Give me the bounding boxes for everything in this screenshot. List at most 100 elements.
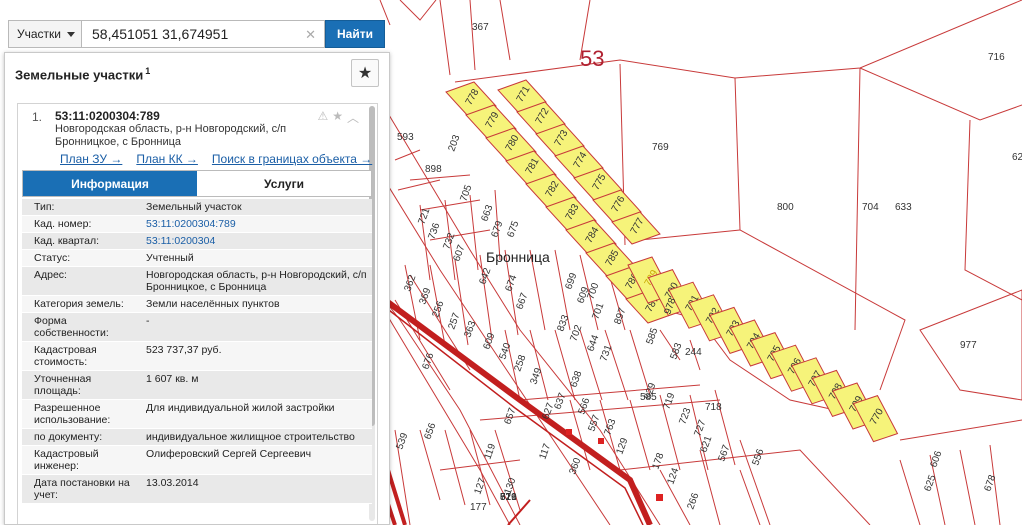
attribute-value[interactable]: 53:11:0200304:789 xyxy=(142,216,372,232)
parcel-label: 644 xyxy=(585,333,601,353)
parcel-label: 178 xyxy=(650,451,666,471)
parcel-label: 716 xyxy=(988,52,1005,63)
tab-services[interactable]: Услуги xyxy=(197,171,371,196)
attribute-key: Кадастровая стоимость: xyxy=(34,344,97,368)
attribute-key: Разрешенное использование: xyxy=(34,402,111,426)
parcel-label: 701 xyxy=(590,301,606,321)
attribute-row: Кадастровая стоимость: 523 737,37 руб. xyxy=(22,342,372,371)
attribute-row: Кад. номер: 53:11:0200304:789 xyxy=(22,216,372,233)
result-actions: ⚠ ★ ︿ xyxy=(317,109,359,126)
parcel-label: 700 xyxy=(585,281,601,301)
parcel-label: 117 xyxy=(537,442,553,461)
parcel-label: 244 xyxy=(685,347,702,358)
attribute-value: - xyxy=(146,315,150,327)
parcel-label: 705 xyxy=(458,183,474,203)
result-links: План ЗУ → План КК → Поиск в границах объ… xyxy=(60,152,372,166)
plan-kk-link[interactable]: План КК → xyxy=(136,152,198,166)
parcel-label: 367 xyxy=(472,22,489,33)
parcel-label: 266 xyxy=(685,491,701,511)
warning-icon[interactable]: ⚠ xyxy=(317,109,328,126)
attribute-row: Адрес: Новгородская область, р-н Новгород… xyxy=(22,267,372,296)
building-marker xyxy=(656,494,663,501)
panel-title: Земельные участки 1 xyxy=(15,65,151,83)
quarter-label: 53 xyxy=(580,46,604,71)
parcel-label: 763 xyxy=(602,417,618,437)
attribute-row: Статус: Учтенный xyxy=(22,250,372,267)
attribute-key: Кадастровый инженер: xyxy=(34,448,99,472)
parcel-label: 609 xyxy=(481,331,497,351)
search-type-select[interactable]: Участки xyxy=(8,20,82,48)
parcel-label: 349 xyxy=(528,366,544,386)
parcel-label: 678 xyxy=(982,473,998,493)
parcel-label: 721 xyxy=(416,206,432,226)
parcel-label: 731 xyxy=(598,343,614,363)
plan-zu-link[interactable]: План ЗУ → xyxy=(60,152,122,166)
attribute-key: по документу: xyxy=(34,431,103,443)
parcel-label: 124 xyxy=(665,466,681,486)
attribute-value: Земельный участок xyxy=(146,201,242,213)
attributes-table: Тип: Земельный участок Кад. номер: 53:11:02… xyxy=(22,199,372,504)
parcel-label: 704 xyxy=(862,202,879,213)
attribute-row: Кад. квартал: 53:11:0200304 xyxy=(22,233,372,250)
building-marker xyxy=(598,438,604,444)
parcel-label: 583 xyxy=(668,341,684,361)
attribute-value: Для индивидуальной жилой застройки xyxy=(146,402,335,414)
parcel-label: 723 xyxy=(677,406,693,426)
attribute-value: Олиферовский Сергей Сергеевич xyxy=(146,448,312,460)
parcel-label: 702 xyxy=(568,323,584,343)
search-in-bounds-link[interactable]: Поиск в границах объекта → xyxy=(212,152,372,166)
favorites-button[interactable]: ★ xyxy=(351,59,379,87)
parcel-label: 977 xyxy=(960,340,977,351)
parcel-label: 566 xyxy=(576,396,592,416)
parcel-label: 833 xyxy=(555,313,571,333)
search-input[interactable]: 58,451051 31,674951 ✕ xyxy=(82,20,325,48)
attribute-value: Учтенный xyxy=(146,252,194,264)
parcel-label: 727 xyxy=(692,418,708,438)
result-cadastral-number[interactable]: 53:11:0200304:789 xyxy=(55,109,160,123)
parcel-label: 679 xyxy=(489,219,505,239)
parcel-label: 57 xyxy=(500,492,512,503)
panel-header: Земельные участки 1 ★ xyxy=(5,53,389,95)
chevron-up-icon[interactable]: ︿ xyxy=(347,109,359,126)
attribute-row: Кадастровый инженер: Олиферовский Сергей … xyxy=(22,446,372,475)
building-marker xyxy=(566,429,572,435)
parcel-label: 663 xyxy=(479,203,495,223)
parcel-label: 585 xyxy=(640,392,657,403)
parcel-label: 360 xyxy=(567,456,583,476)
parcel-label: 897 xyxy=(612,306,628,326)
parcel-label: 556 xyxy=(750,447,766,467)
attribute-row: по документу: индивидуальное жилищное стр… xyxy=(22,429,372,446)
attribute-value: 523 737,37 руб. xyxy=(146,344,222,356)
result-count: 1 xyxy=(145,65,151,76)
attribute-key: Статус: xyxy=(34,252,71,264)
parcel-label: 800 xyxy=(777,202,794,213)
parcel-label: 675 xyxy=(505,219,521,239)
attribute-key: Дата постановки на учет: xyxy=(34,477,130,501)
attribute-row: Форма собственности: - xyxy=(22,313,372,342)
search-type-label: Участки xyxy=(17,27,61,41)
find-button[interactable]: Найти xyxy=(325,20,385,48)
close-icon[interactable]: ✕ xyxy=(305,27,316,43)
tab-information[interactable]: Информация xyxy=(23,171,197,196)
star-icon[interactable]: ★ xyxy=(332,109,343,126)
attribute-value: индивидуальное жилищное строительство xyxy=(146,431,355,443)
parcel-label: 256 xyxy=(430,299,446,319)
parcel-label: 203 xyxy=(446,133,462,153)
star-icon: ★ xyxy=(357,65,373,82)
parcel-label: 719 xyxy=(661,391,677,411)
parcel-label: 642 xyxy=(477,266,493,286)
attribute-key: Форма собственности: xyxy=(34,315,109,339)
result-tabs: Информация Услуги xyxy=(22,170,372,197)
parcel-label: 718 xyxy=(705,402,722,413)
attribute-value: Земли населённых пунктов xyxy=(146,298,280,310)
attribute-row: Уточненная площадь: 1 607 кв. м xyxy=(22,371,372,400)
attribute-key: Кад. квартал: xyxy=(34,235,99,247)
parcel-label: 258 xyxy=(512,353,528,373)
parcel-label: 585 xyxy=(644,326,660,346)
search-query: 58,451051 31,674951 xyxy=(92,26,229,42)
parcel-label: 119 xyxy=(482,442,498,461)
attribute-value[interactable]: 53:11:0200304 xyxy=(142,233,372,249)
parcel-label: 638 xyxy=(568,369,584,389)
attribute-row: Тип: Земельный участок xyxy=(22,199,372,216)
parcel-label: 637 xyxy=(552,391,568,411)
